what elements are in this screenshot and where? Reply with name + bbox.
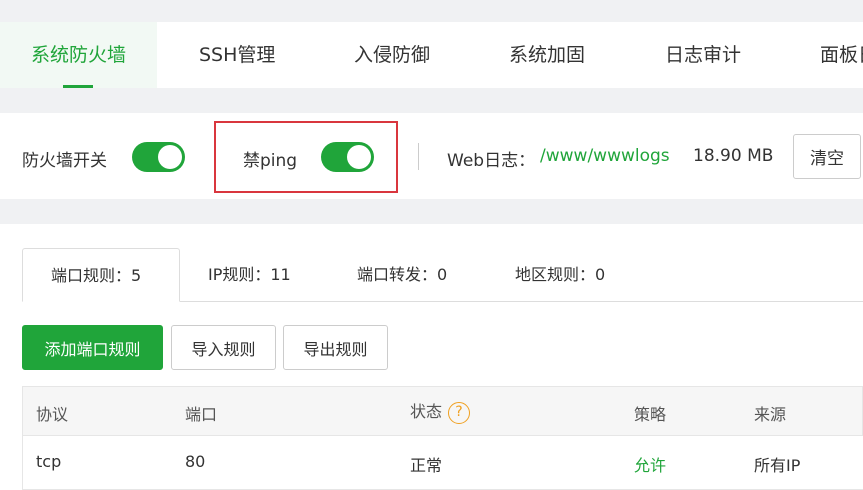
col-status: 状态? (410, 398, 471, 424)
col-status-label: 状态 (410, 402, 443, 421)
rules-panel: 端口规则：5 IP规则：11 端口转发：0 地区规则：0 添加端口规则 导入规则… (0, 224, 863, 490)
col-strategy: 策略 (634, 405, 667, 424)
tab-intrusion[interactable]: 入侵防御 (354, 22, 430, 88)
cell-source: 所有IP (754, 456, 801, 475)
weblog-label: Web日志： (447, 151, 536, 171)
table-header: 协议 端口 状态? 策略 来源 (22, 386, 863, 436)
subtab-port-rules[interactable]: 端口规则：5 (22, 248, 180, 302)
subtab-region-rules[interactable]: 地区规则：0 (515, 248, 605, 302)
firewall-switch-label: 防火墙开关 (22, 151, 107, 171)
tab-hardening[interactable]: 系统加固 (509, 22, 585, 88)
table-row: tcp 80 正常 允许 所有IP (22, 436, 863, 490)
cell-strategy-link[interactable]: 允许 (634, 452, 666, 476)
tab-system-firewall[interactable]: 系统防火墙 (0, 22, 157, 88)
import-rules-button[interactable]: 导入规则 (171, 325, 276, 370)
col-port: 端口 (185, 405, 218, 424)
tab-log-audit[interactable]: 日志审计 (665, 22, 741, 88)
active-tab-underline (63, 85, 93, 88)
tab-panel-log[interactable]: 面板日志 (820, 22, 863, 88)
tab-ssh[interactable]: SSH管理 (199, 22, 275, 88)
top-nav: 系统防火墙 SSH管理 入侵防御 系统加固 日志审计 面板日志 (0, 22, 863, 88)
col-protocol: 协议 (36, 405, 69, 424)
divider (418, 143, 419, 170)
toggle-knob (158, 145, 182, 169)
subtab-ip-rules[interactable]: IP规则：11 (208, 248, 291, 302)
ping-switch-label: 禁ping (243, 151, 298, 171)
export-rules-button[interactable]: 导出规则 (283, 325, 388, 370)
weblog-path-link[interactable]: /www/wwwlogs (540, 146, 670, 166)
firewall-toggle[interactable] (132, 142, 185, 172)
clear-button[interactable]: 清空 (793, 134, 861, 179)
weblog-size: 18.90 MB (693, 146, 774, 166)
cell-port: 80 (185, 452, 206, 471)
ping-toggle[interactable] (321, 142, 374, 172)
help-icon[interactable]: ? (448, 401, 471, 424)
add-port-rule-button[interactable]: 添加端口规则 (22, 325, 163, 370)
toggle-knob (347, 145, 371, 169)
cell-protocol: tcp (36, 452, 62, 471)
subtab-port-forward[interactable]: 端口转发：0 (357, 248, 447, 302)
col-source: 来源 (754, 405, 787, 424)
switch-bar: 防火墙开关 禁ping Web日志： /www/wwwlogs 18.90 MB… (0, 113, 863, 199)
cell-status: 正常 (410, 456, 443, 475)
